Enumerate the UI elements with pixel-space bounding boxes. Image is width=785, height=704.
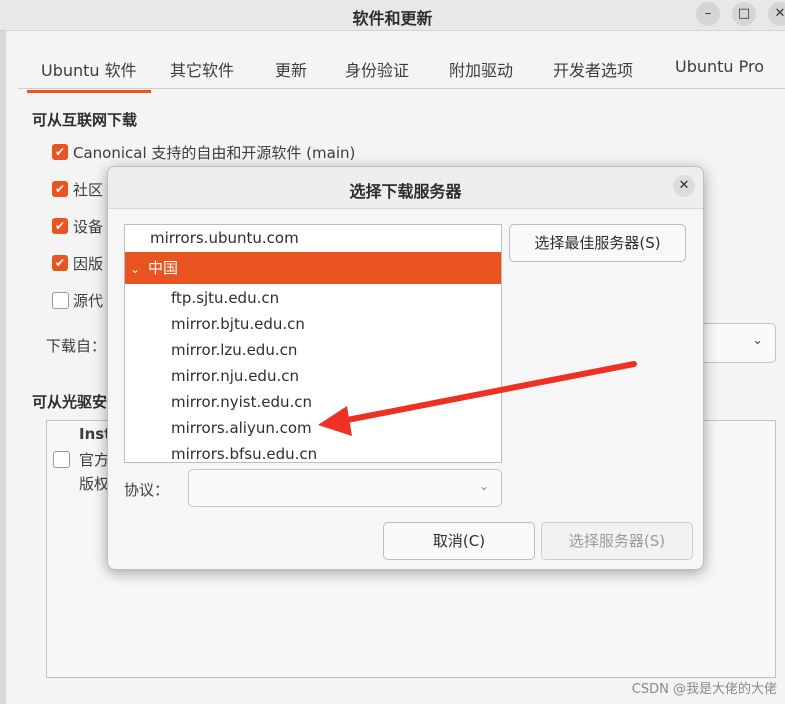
mirror-group-label: 中国	[148, 259, 179, 277]
tab-developer-options[interactable]: 开发者选项	[553, 57, 633, 81]
mirror-item[interactable]: mirrors.bfsu.edu.cn	[125, 441, 501, 462]
choose-server-button[interactable]: 选择服务器(S)	[541, 522, 693, 560]
universe-option-label: 社区	[73, 181, 104, 199]
source-code-option-label: 源代	[73, 292, 104, 310]
mirror-group-china[interactable]: ⌄ 中国	[125, 252, 501, 284]
dialog-close-button[interactable]: ✕	[673, 175, 695, 197]
tab-additional-drivers[interactable]: 附加驱动	[449, 57, 513, 81]
dialog-title: 选择下载服务器	[349, 182, 462, 201]
mirror-item-ubuntu[interactable]: mirrors.ubuntu.com	[125, 225, 501, 251]
cancel-button[interactable]: 取消(C)	[383, 522, 535, 560]
chevron-down-icon: ⌄	[478, 479, 489, 493]
cdrom-section-title: 可从光驱安	[32, 393, 108, 411]
multiverse-option-label: 因版	[73, 255, 104, 273]
maximize-button[interactable]: □	[732, 2, 756, 26]
main-checkbox[interactable]: ✔	[52, 144, 68, 160]
watermark: CSDN @我是大佬的大佬	[631, 682, 777, 697]
chevron-down-icon: ⌄	[130, 262, 141, 276]
chevron-down-icon: ⌄	[752, 333, 763, 348]
main-option-label: Canonical 支持的自由和开源软件 (main)	[73, 144, 356, 162]
tab-updates[interactable]: 更新	[275, 57, 307, 81]
source-code-checkbox[interactable]	[52, 292, 69, 309]
choose-server-dialog: 选择下载服务器 ✕ mirrors.ubuntu.com ⌄ 中国 ftp.sjt…	[107, 166, 704, 570]
cdrom-checkbox[interactable]	[53, 451, 70, 468]
restricted-checkbox[interactable]: ✔	[52, 218, 68, 234]
protocol-combo[interactable]: ⌄	[188, 469, 502, 507]
tab-ubuntu-pro[interactable]: Ubuntu Pro	[675, 57, 764, 76]
mirror-item-aliyun[interactable]: mirrors.aliyun.com	[125, 415, 501, 441]
minimize-button[interactable]: –	[696, 2, 720, 26]
tab-bar: Ubuntu 软件 其它软件 更新 身份验证 附加驱动 开发者选项 Ubuntu…	[18, 43, 785, 93]
mirror-item[interactable]: ftp.sjtu.edu.cn	[125, 285, 501, 311]
protocol-label: 协议：	[124, 481, 170, 499]
cdrom-copyright-text: 版权	[79, 475, 110, 493]
window-title: 软件和更新	[352, 9, 433, 28]
mirror-item[interactable]: mirror.bjtu.edu.cn	[125, 311, 501, 337]
cdrom-official-text: 官方	[79, 451, 110, 469]
download-server-combo[interactable]: ⌄	[696, 323, 776, 363]
restricted-option-label: 设备	[73, 218, 104, 236]
mirror-list[interactable]: mirrors.ubuntu.com ⌄ 中国 ftp.sjtu.edu.cn m…	[124, 224, 502, 463]
mirror-item[interactable]: mirror.nju.edu.cn	[125, 363, 501, 389]
tab-authentication[interactable]: 身份验证	[345, 57, 409, 81]
download-from-label: 下载自：	[46, 337, 107, 355]
window-titlebar: 软件和更新 – □ ✕	[0, 0, 785, 31]
multiverse-checkbox[interactable]: ✔	[52, 255, 68, 271]
close-window-button[interactable]: ✕	[768, 2, 785, 26]
tab-other-software[interactable]: 其它软件	[170, 57, 234, 81]
mirror-item[interactable]: mirror.nyist.edu.cn	[125, 389, 501, 415]
tab-ubuntu-software[interactable]: Ubuntu 软件	[27, 57, 151, 93]
select-best-server-button[interactable]: 选择最佳服务器(S)	[509, 224, 686, 262]
internet-section-title: 可从互联网下载	[32, 111, 138, 129]
universe-checkbox[interactable]: ✔	[52, 181, 68, 197]
mirror-item[interactable]: mirror.lzu.edu.cn	[125, 337, 501, 363]
